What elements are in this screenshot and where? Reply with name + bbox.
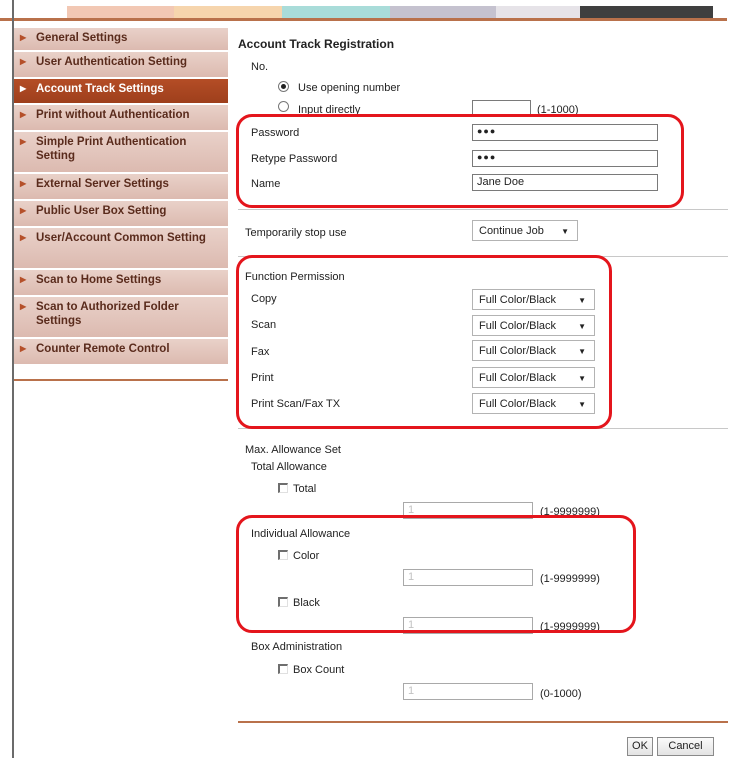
- arrow-right-icon: ▶: [20, 84, 27, 93]
- use-opening-number-label: Use opening number: [298, 82, 401, 94]
- print-label: Print: [251, 372, 274, 384]
- sidebar-item-scan-to-authorized-folder[interactable]: ▶ Scan to Authorized Folder Settings: [14, 297, 228, 338]
- scan-label: Scan: [251, 319, 277, 331]
- use-opening-number-radio[interactable]: [278, 81, 289, 92]
- total-checkbox[interactable]: [278, 483, 288, 493]
- dropdown-caret-icon: ▼: [578, 322, 586, 331]
- sidebar-divider: [14, 379, 228, 381]
- retype-password-label: Retype Password: [251, 153, 338, 165]
- sidebar-item-user-account-common[interactable]: ▶ User/Account Common Setting: [14, 228, 228, 269]
- temporarily-stop-select[interactable]: Continue Job ▼: [472, 220, 578, 241]
- print-scan-fax-tx-select[interactable]: Full Color/Black ▼: [472, 393, 595, 414]
- account-number-range: (1-1000): [537, 104, 579, 116]
- print-scan-fax-tx-label: Print Scan/Fax TX: [251, 398, 341, 410]
- cancel-button[interactable]: Cancel: [657, 737, 714, 756]
- arrow-right-icon: ▶: [20, 179, 27, 188]
- dropdown-caret-icon: ▼: [578, 296, 586, 305]
- individual-allowance-title: Individual Allowance: [251, 528, 351, 540]
- header-strip-4: [390, 6, 496, 18]
- color-checkbox-label: Color: [293, 550, 320, 562]
- input-directly-radio[interactable]: [278, 101, 289, 112]
- arrow-right-icon: ▶: [20, 57, 27, 66]
- fax-label: Fax: [251, 346, 270, 358]
- header-strip-5: [496, 6, 580, 18]
- dropdown-caret-icon: ▼: [578, 374, 586, 383]
- sidebar-item-external-server-settings[interactable]: ▶ External Server Settings: [14, 174, 228, 200]
- sidebar-item-user-authentication[interactable]: ▶ User Authentication Setting: [14, 52, 228, 78]
- header-strip-1: [67, 6, 174, 18]
- box-administration-title: Box Administration: [251, 641, 343, 653]
- copy-permission-select[interactable]: Full Color/Black ▼: [472, 289, 595, 310]
- dropdown-caret-icon: ▼: [561, 227, 569, 236]
- black-allowance-range: (1-9999999): [540, 621, 600, 633]
- footer-divider: [238, 721, 728, 723]
- ok-button[interactable]: OK: [627, 737, 653, 756]
- sidebar-item-scan-to-home[interactable]: ▶ Scan to Home Settings: [14, 270, 228, 296]
- sidebar-item-general-settings[interactable]: ▶ General Settings: [14, 28, 228, 51]
- dropdown-caret-icon: ▼: [578, 400, 586, 409]
- arrow-right-icon: ▶: [20, 33, 27, 42]
- print-permission-select[interactable]: Full Color/Black ▼: [472, 367, 595, 388]
- black-allowance-input[interactable]: 1: [403, 617, 533, 634]
- section-divider-2: [238, 256, 728, 257]
- sidebar-item-print-without-authentication[interactable]: ▶ Print without Authentication: [14, 105, 228, 131]
- section-divider-3: [238, 428, 728, 429]
- name-label: Name: [251, 178, 281, 190]
- box-count-checkbox[interactable]: [278, 664, 288, 674]
- arrow-right-icon: ▶: [20, 302, 27, 311]
- total-allowance-title: Total Allowance: [251, 461, 327, 473]
- color-checkbox[interactable]: [278, 550, 288, 560]
- number-label: No.: [251, 61, 269, 73]
- header-strip-3: [282, 6, 390, 18]
- box-count-checkbox-label: Box Count: [293, 664, 345, 676]
- max-allowance-title: Max. Allowance Set: [245, 444, 341, 456]
- input-directly-label: Input directly: [298, 104, 361, 116]
- box-count-range: (0-1000): [540, 688, 582, 700]
- arrow-right-icon: ▶: [20, 233, 27, 242]
- arrow-right-icon: ▶: [20, 110, 27, 119]
- fax-permission-select[interactable]: Full Color/Black ▼: [472, 340, 595, 361]
- header-strip-2: [174, 6, 282, 18]
- copy-label: Copy: [251, 293, 277, 305]
- section-divider-1: [238, 209, 728, 210]
- total-allowance-range: (1-9999999): [540, 506, 600, 518]
- page-title: Account Track Registration: [238, 37, 395, 51]
- account-number-input[interactable]: [472, 100, 531, 117]
- password-field[interactable]: ●●●: [472, 124, 658, 141]
- header-rule: [0, 18, 727, 21]
- header-strip-6: [580, 6, 713, 18]
- dropdown-caret-icon: ▼: [578, 347, 586, 356]
- color-allowance-range: (1-9999999): [540, 573, 600, 585]
- arrow-right-icon: ▶: [20, 206, 27, 215]
- black-checkbox-label: Black: [293, 597, 320, 609]
- scan-permission-select[interactable]: Full Color/Black ▼: [472, 315, 595, 336]
- total-checkbox-label: Total: [293, 483, 317, 495]
- box-count-input[interactable]: 1: [403, 683, 533, 700]
- temporarily-stop-label: Temporarily stop use: [245, 227, 347, 239]
- total-allowance-input[interactable]: 1: [403, 502, 533, 519]
- function-permission-title: Function Permission: [245, 271, 345, 283]
- sidebar-item-public-user-box[interactable]: ▶ Public User Box Setting: [14, 201, 228, 227]
- sidebar-item-counter-remote-control[interactable]: ▶ Counter Remote Control: [14, 339, 228, 365]
- arrow-right-icon: ▶: [20, 275, 27, 284]
- color-allowance-input[interactable]: 1: [403, 569, 533, 586]
- arrow-right-icon: ▶: [20, 137, 27, 146]
- retype-password-field[interactable]: ●●●: [472, 150, 658, 167]
- name-field[interactable]: Jane Doe: [472, 174, 658, 191]
- password-label: Password: [251, 127, 300, 139]
- sidebar-item-account-track-settings[interactable]: ▶ Account Track Settings: [14, 79, 228, 104]
- arrow-right-icon: ▶: [20, 344, 27, 353]
- black-checkbox[interactable]: [278, 597, 288, 607]
- sidebar-item-simple-print-authentication[interactable]: ▶ Simple Print Authentication Setting: [14, 132, 228, 173]
